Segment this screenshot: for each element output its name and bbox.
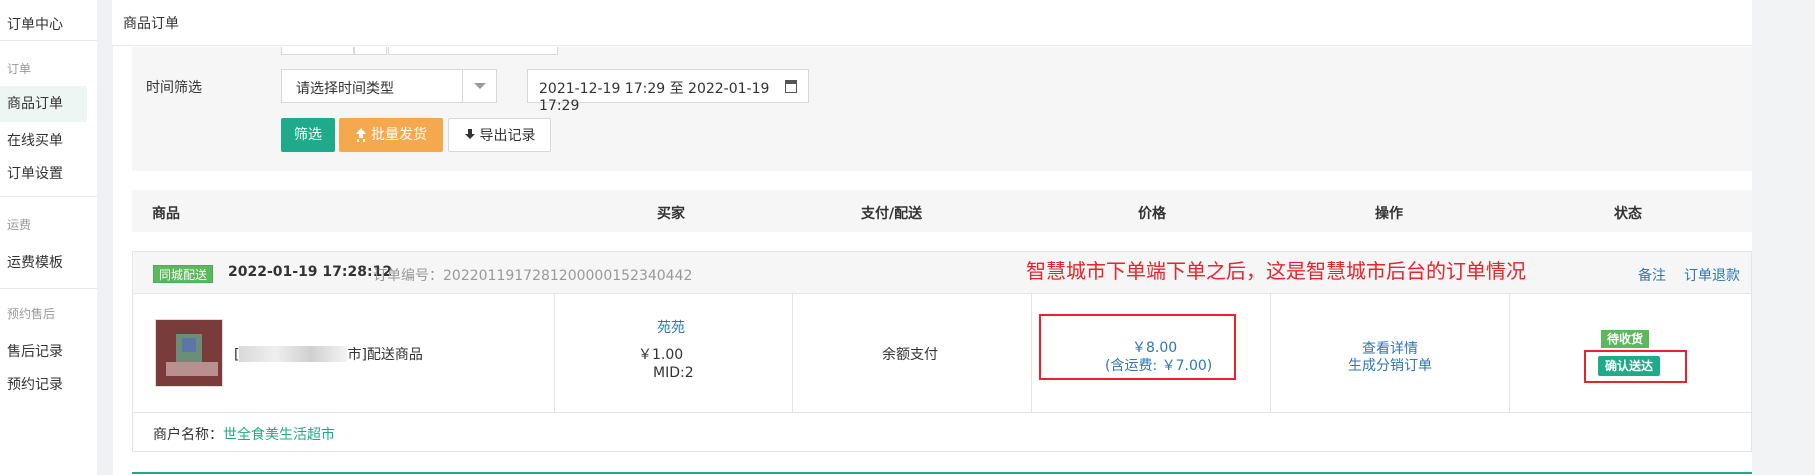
divider bbox=[1270, 294, 1271, 412]
remark-link[interactable]: 备注 bbox=[1638, 265, 1666, 285]
time-type-select[interactable]: 请选择时间类型 bbox=[281, 69, 497, 103]
upload-icon bbox=[355, 128, 367, 140]
export-button[interactable]: 导出记录 bbox=[448, 118, 551, 152]
filter-panel: 时间筛选 请选择时间类型 2021-12-19 17:29 至 2022-01-… bbox=[132, 47, 1752, 171]
refund-link[interactable]: 订单退款 bbox=[1684, 265, 1740, 285]
buyer-mid: MID:2 bbox=[653, 365, 694, 381]
divider bbox=[1509, 294, 1510, 412]
order-total: ￥8.00 bbox=[1132, 340, 1178, 356]
date-range-value: 2021-12-19 17:29 至 2022-01-19 17:29 bbox=[539, 81, 770, 114]
partial-input[interactable] bbox=[354, 47, 387, 55]
filter-button-label: 筛选 bbox=[294, 127, 322, 143]
time-filter-label: 时间筛选 bbox=[146, 80, 202, 96]
sidebar-item-goods-orders[interactable]: 商品订单 bbox=[0, 86, 87, 122]
buyer-name-link[interactable]: 苑苑 bbox=[657, 317, 685, 337]
shipping-fee: (含运费: ￥7.00) bbox=[1105, 358, 1213, 374]
header-goods: 商品 bbox=[152, 206, 180, 222]
thumbnail-block bbox=[166, 362, 218, 376]
annotation-text: 智慧城市下单端下单之后，这是智慧城市后台的订单情况 bbox=[1026, 259, 1526, 283]
sidebar-scrollbar[interactable] bbox=[97, 0, 113, 475]
product-name[interactable]: [市]配送商品 bbox=[234, 344, 423, 364]
order-card: 同城配送 2022-01-19 17:28:12 订单编号：2022011917… bbox=[132, 251, 1752, 452]
date-range-input[interactable]: 2021-12-19 17:29 至 2022-01-19 17:29 bbox=[527, 69, 809, 114]
header-operations: 操作 bbox=[1375, 206, 1403, 222]
order-number-label: 订单编号： bbox=[373, 268, 443, 284]
select-toggle[interactable] bbox=[462, 70, 496, 102]
sidebar-title: 订单中心 bbox=[7, 17, 63, 33]
sidebar-group-after-sales: 预约售后 bbox=[7, 307, 56, 321]
product-thumbnail[interactable] bbox=[155, 319, 223, 387]
confirm-delivery-button[interactable]: 确认送达 bbox=[1598, 356, 1660, 376]
chevron-down-icon bbox=[474, 83, 486, 89]
product-name-suffix: 市]配送商品 bbox=[347, 347, 423, 363]
table-header: 商品 买家 支付/配送 价格 操作 状态 bbox=[132, 190, 1752, 232]
divider bbox=[792, 294, 793, 412]
payment-method: 余额支付 bbox=[882, 347, 938, 363]
divider bbox=[0, 40, 97, 41]
batch-ship-button[interactable]: 批量发货 bbox=[339, 118, 443, 152]
sidebar-group-order: 订单 bbox=[7, 62, 32, 76]
time-type-placeholder: 请选择时间类型 bbox=[296, 81, 394, 97]
thumbnail-block bbox=[182, 338, 196, 352]
sidebar-item-after-sales-records[interactable]: 售后记录 bbox=[7, 341, 63, 361]
status-badge: 待收货 bbox=[1601, 330, 1650, 348]
divider bbox=[133, 412, 1751, 413]
divider bbox=[0, 288, 97, 289]
topbar: 商品订单 bbox=[112, 0, 1752, 46]
page-scrollbar[interactable] bbox=[1752, 0, 1815, 475]
batch-ship-label: 批量发货 bbox=[371, 127, 427, 143]
delivery-badge: 同城配送 bbox=[153, 265, 214, 283]
sidebar-group-freight: 运费 bbox=[7, 218, 32, 232]
divider bbox=[1031, 294, 1032, 412]
header-price: 价格 bbox=[1138, 206, 1166, 222]
merchant-info: 商户名称：世全食美生活超市 bbox=[153, 424, 335, 444]
calendar-icon bbox=[785, 80, 797, 93]
generate-distribution-order-link[interactable]: 生成分销订单 bbox=[1348, 355, 1432, 375]
sidebar-item-online-pay[interactable]: 在线买单 bbox=[7, 130, 63, 150]
header-status: 状态 bbox=[1614, 206, 1642, 222]
partial-input[interactable] bbox=[281, 47, 354, 55]
page-title: 商品订单 bbox=[123, 16, 179, 32]
download-icon bbox=[464, 129, 476, 141]
divider bbox=[0, 196, 97, 197]
export-label: 导出记录 bbox=[479, 128, 536, 144]
divider bbox=[554, 294, 555, 412]
product-price: ￥1.00 bbox=[638, 347, 684, 363]
filter-button[interactable]: 筛选 bbox=[281, 118, 335, 152]
order-number: 订单编号：20220119172812000001523404​42 bbox=[373, 265, 692, 285]
order-header: 同城配送 2022-01-19 17:28:12 订单编号：2022011917… bbox=[133, 252, 1751, 294]
order-time: 2022-01-19 17:28:12 bbox=[228, 264, 393, 280]
sidebar: 订单中心 订单 商品订单 在线买单 订单设置 运费 运费模板 预约售后 售后记录… bbox=[0, 0, 112, 475]
sidebar-item-freight-template[interactable]: 运费模板 bbox=[7, 252, 63, 272]
merchant-name-link[interactable]: 世全食美生活超市 bbox=[223, 427, 335, 443]
header-payment: 支付/配送 bbox=[861, 206, 923, 222]
sidebar-item-reservation-records[interactable]: 预约记录 bbox=[7, 374, 63, 394]
merchant-label: 商户名称： bbox=[153, 427, 223, 443]
redacted-text bbox=[239, 346, 348, 362]
partial-input[interactable] bbox=[388, 47, 558, 55]
header-buyer: 买家 bbox=[657, 206, 685, 222]
order-number-value: 20220119172812000001523404​42 bbox=[443, 268, 693, 284]
sidebar-item-order-settings[interactable]: 订单设置 bbox=[7, 163, 63, 183]
